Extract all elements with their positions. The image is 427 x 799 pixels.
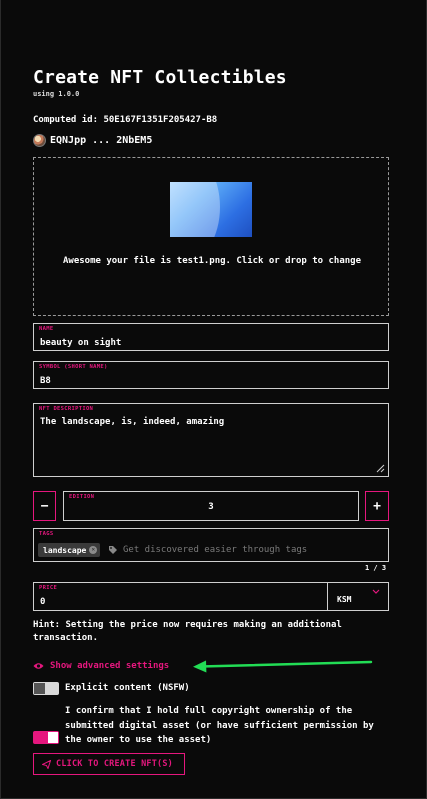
tags-counter: 1 / 3: [365, 564, 387, 572]
tag-chip-label: landscape: [43, 545, 87, 555]
edition-decrement-button[interactable]: −: [33, 491, 56, 521]
tag-chip[interactable]: landscape ✕: [38, 543, 101, 557]
avatar: [33, 134, 46, 147]
price-label: PRICE: [39, 585, 58, 591]
currency-value: KSM: [337, 595, 352, 604]
tags-field[interactable]: TAGS landscape ✕ Get discovered easier t…: [33, 528, 389, 562]
symbol-field[interactable]: SYMBOL (SHORT NAME) B8: [33, 361, 389, 389]
edition-input[interactable]: 3: [64, 502, 358, 512]
edition-increment-button[interactable]: +: [365, 491, 389, 521]
send-icon: [42, 759, 51, 769]
copyright-confirm-label: I confirm that I hold full copyright own…: [65, 706, 374, 745]
page-frame: Create NFT Collectibles using 1.0.0 Comp…: [0, 0, 427, 799]
chevron-down-icon: [372, 589, 380, 594]
advanced-settings-toggle[interactable]: Show advanced settings: [33, 661, 169, 671]
symbol-label: SYMBOL (SHORT NAME): [39, 364, 108, 370]
tag-icon: [109, 546, 117, 554]
account-info: EQNJpp ... 2NbEM5: [33, 134, 152, 147]
dropzone-message: Awesome your file is test1.png. Click or…: [62, 256, 361, 266]
price-input[interactable]: 0: [40, 597, 45, 607]
symbol-input[interactable]: B8: [40, 376, 51, 386]
arrow-annotation: [193, 660, 373, 673]
name-field[interactable]: NAME beauty on sight: [33, 323, 389, 351]
advanced-settings-label: Show advanced settings: [50, 661, 170, 671]
price-hint: Hint: Setting the price now requires mak…: [33, 620, 342, 643]
price-field[interactable]: PRICE 0 KSM: [33, 582, 389, 611]
tags-input[interactable]: Get discovered easier through tags: [123, 545, 307, 555]
description-label: NFT DESCRIPTION: [39, 406, 94, 412]
version-label: using 1.0.0: [33, 90, 80, 98]
name-label: NAME: [39, 326, 54, 332]
nsfw-label: Explicit content (NSFW): [65, 683, 190, 693]
edition-field[interactable]: EDITION 3: [63, 491, 359, 521]
currency-select[interactable]: KSM: [328, 583, 388, 610]
create-nft-form: Create NFT Collectibles using 1.0.0 Comp…: [33, 0, 389, 775]
nsfw-toggle-knob: [34, 683, 45, 694]
tag-remove-icon[interactable]: ✕: [89, 546, 98, 554]
create-nft-button-label: CLICK TO CREATE NFT(S): [56, 759, 173, 769]
file-dropzone[interactable]: Awesome your file is test1.png. Click or…: [33, 157, 389, 316]
name-input[interactable]: beauty on sight: [40, 338, 121, 348]
copyright-toggle-knob: [48, 732, 58, 743]
tags-label: TAGS: [39, 531, 54, 537]
copyright-confirm-toggle[interactable]: [33, 731, 59, 744]
description-textarea[interactable]: The landscape, is, indeed, amazing: [40, 417, 224, 427]
nsfw-toggle[interactable]: [33, 682, 59, 695]
account-address: EQNJpp ... 2NbEM5: [50, 135, 153, 146]
page-title: Create NFT Collectibles: [33, 67, 287, 88]
image-thumbnail: [170, 182, 252, 237]
computed-id: Computed id: 50E167F1351F205427-B8: [33, 115, 218, 125]
eye-icon: [33, 663, 44, 669]
create-nft-button[interactable]: CLICK TO CREATE NFT(S): [33, 753, 185, 775]
description-field[interactable]: NFT DESCRIPTION The landscape, is, indee…: [33, 403, 389, 477]
resize-handle-icon[interactable]: [376, 464, 385, 473]
edition-label: EDITION: [69, 494, 95, 500]
